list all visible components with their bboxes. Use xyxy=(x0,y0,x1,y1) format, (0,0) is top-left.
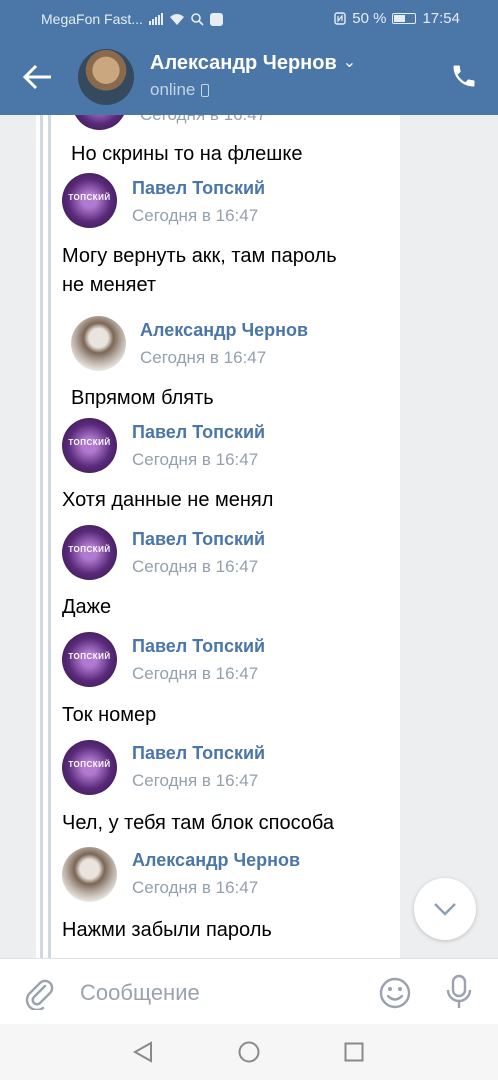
sender-name[interactable]: Павел Топский xyxy=(132,178,265,199)
avatar[interactable]: ТОПСКИЙ xyxy=(62,632,117,687)
clock: 17:54 xyxy=(422,10,460,27)
nav-back-icon[interactable] xyxy=(132,1041,154,1063)
chevron-down-icon xyxy=(434,903,456,916)
status-right: 50 % 17:54 xyxy=(334,10,460,27)
contact-status: online xyxy=(150,80,210,100)
mobile-icon xyxy=(201,83,210,97)
avatar[interactable]: ТОПСКИЙ xyxy=(62,418,117,473)
avatar[interactable] xyxy=(71,316,126,371)
status-left: MegaFon Fast... xyxy=(41,11,223,27)
paperclip-icon[interactable] xyxy=(22,976,56,1010)
avatar[interactable] xyxy=(62,847,117,902)
sender-name[interactable]: Павел Топский xyxy=(132,529,265,550)
message-time: Сегодня в 16:47 xyxy=(140,115,266,125)
message-time: Сегодня в 16:47 xyxy=(132,664,259,683)
system-navbar xyxy=(0,1024,498,1080)
message-text: Даже xyxy=(62,596,112,618)
phone-icon[interactable] xyxy=(450,62,478,90)
message-text: Чел, у тебя там блок способа xyxy=(62,812,335,834)
sender-name[interactable]: Павел Топский xyxy=(132,636,265,657)
signal-icon xyxy=(148,13,163,25)
wifi-icon xyxy=(169,13,184,25)
chat-header: Александр Чернов ⌄ online xyxy=(0,38,498,115)
search-icon xyxy=(191,12,204,26)
message-text: Впрямом блять xyxy=(71,387,214,409)
message-time: Сегодня в 16:47 xyxy=(132,878,259,897)
message-text: Нажми забыли пароль xyxy=(62,919,272,941)
microphone-icon[interactable] xyxy=(444,974,474,1010)
avatar[interactable]: ТОПСКИЙ xyxy=(62,740,117,795)
nfc-icon xyxy=(334,12,346,25)
status-text: online xyxy=(150,80,196,99)
contact-name: Александр Чернов xyxy=(150,52,337,74)
message-text: Могу вернуть акк, там пароль xyxy=(62,245,337,267)
message-text: Ток номер xyxy=(62,704,157,726)
battery-icon xyxy=(392,13,417,24)
message-composer xyxy=(0,958,498,1024)
shield-icon xyxy=(209,12,223,26)
avatar[interactable]: ТОПСКИЙ xyxy=(62,173,117,228)
message-text: не меняет xyxy=(62,274,157,296)
nav-home-icon[interactable] xyxy=(238,1041,260,1063)
message-time: Сегодня в 16:47 xyxy=(140,348,267,367)
message-time: Сегодня в 16:47 xyxy=(132,450,259,469)
sender-name[interactable]: Павел Топский xyxy=(132,743,265,764)
scroll-down-button[interactable] xyxy=(414,878,476,940)
message-text: Но скрины то на флешке xyxy=(71,143,303,165)
battery-percent: 50 % xyxy=(352,10,387,27)
message-text: Хотя данные не менял xyxy=(62,489,274,511)
nav-recent-icon[interactable] xyxy=(344,1042,364,1062)
message-input[interactable] xyxy=(80,979,350,1007)
chat-title[interactable]: Александр Чернов ⌄ xyxy=(150,52,356,75)
avatar[interactable]: ТОПСКИЙ xyxy=(62,525,117,580)
contact-avatar[interactable] xyxy=(78,49,134,105)
carrier-label: MegaFon Fast... xyxy=(41,11,143,27)
sender-name[interactable]: Павел Топский xyxy=(132,422,265,443)
emoji-icon[interactable] xyxy=(378,976,412,1010)
message-time: Сегодня в 16:47 xyxy=(132,557,259,576)
back-arrow-icon[interactable] xyxy=(18,60,58,94)
forward-line xyxy=(40,115,43,958)
status-bar: MegaFon Fast... 50 % 17:54 xyxy=(0,0,498,38)
forward-line-inner xyxy=(48,115,51,958)
message-time: Сегодня в 16:47 xyxy=(132,771,259,790)
message-time: Сегодня в 16:47 xyxy=(132,206,259,225)
sender-name[interactable]: Александр Чернов xyxy=(132,850,300,871)
chevron-down-icon: ⌄ xyxy=(342,54,357,71)
chat-area[interactable]: Сегодня в 16:47 Но скрины то на флешке Т… xyxy=(0,115,498,958)
sender-name[interactable]: Александр Чернов xyxy=(140,320,308,341)
